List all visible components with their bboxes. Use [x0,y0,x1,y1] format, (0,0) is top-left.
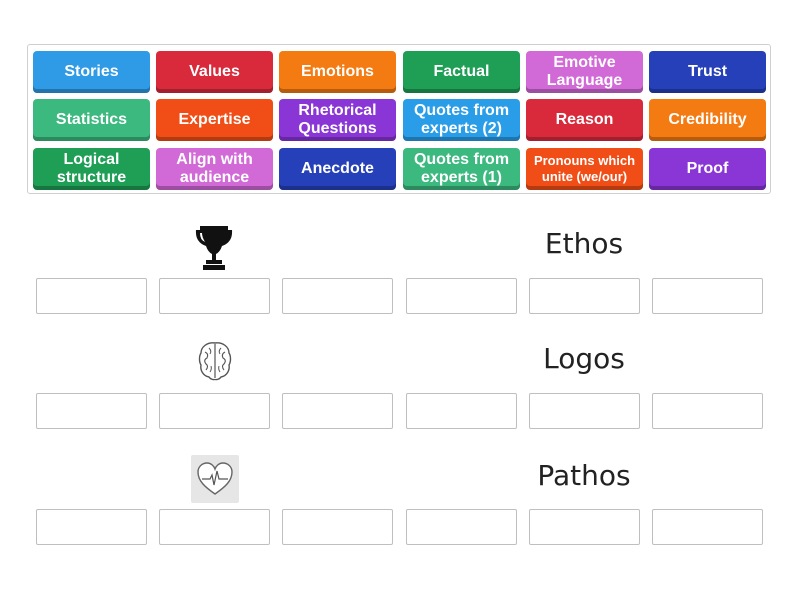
drop-slot[interactable] [282,278,393,314]
tile-quotes-from-experts-2[interactable]: Quotes from experts (2) [403,99,520,141]
drop-slot[interactable] [406,509,517,545]
drop-slot[interactable] [36,393,147,429]
tile-stories[interactable]: Stories [33,51,150,93]
category-title-logos: Logos [543,342,625,375]
drop-slot[interactable] [529,509,640,545]
brain-icon [197,340,233,382]
tile-logical-structure[interactable]: Logical structure [33,148,150,190]
drop-slot[interactable] [282,393,393,429]
tile-emotions[interactable]: Emotions [279,51,396,93]
drop-slot[interactable] [406,278,517,314]
tile-anecdote[interactable]: Anecdote [279,148,396,190]
tile-reason[interactable]: Reason [526,99,643,141]
tile-statistics[interactable]: Statistics [33,99,150,141]
tile-pronouns-which-unite[interactable]: Pronouns which unite (we/our) [526,148,643,190]
tile-rhetorical-questions[interactable]: Rhetorical Questions [279,99,396,141]
tile-proof[interactable]: Proof [649,148,766,190]
category-title-pathos: Pathos [537,459,631,492]
drop-slot[interactable] [652,393,763,429]
tile-trust[interactable]: Trust [649,51,766,93]
drop-slot[interactable] [652,509,763,545]
drop-slot[interactable] [652,278,763,314]
tile-expertise[interactable]: Expertise [156,99,273,141]
tile-bank: Stories Values Emotions Factual Emotive … [27,44,771,194]
tile-values[interactable]: Values [156,51,273,93]
category-title-ethos: Ethos [544,227,624,260]
tile-credibility[interactable]: Credibility [649,99,766,141]
drop-slot[interactable] [159,393,270,429]
drop-slot[interactable] [159,278,270,314]
tile-quotes-from-experts-1[interactable]: Quotes from experts (1) [403,148,520,190]
trophy-icon [194,224,234,272]
drop-slot[interactable] [36,509,147,545]
heart-pulse-icon [191,455,239,503]
drop-slot[interactable] [36,278,147,314]
drop-slot[interactable] [159,509,270,545]
drop-slot[interactable] [529,278,640,314]
tile-align-with-audience[interactable]: Align with audience [156,148,273,190]
drop-slot[interactable] [406,393,517,429]
drop-slot[interactable] [529,393,640,429]
tile-factual[interactable]: Factual [403,51,520,93]
drop-slot[interactable] [282,509,393,545]
tile-emotive-language[interactable]: Emotive Language [526,51,643,93]
